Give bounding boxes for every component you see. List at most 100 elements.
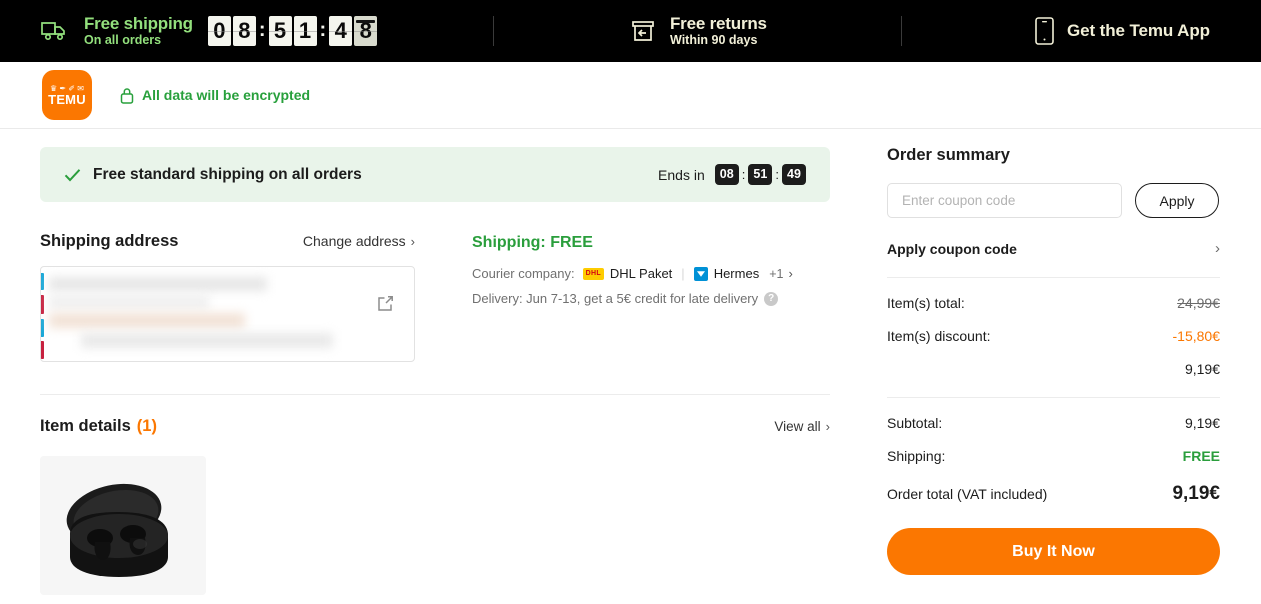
encryption-notice: All data will be encrypted — [120, 87, 310, 104]
promo-returns-title: Free returns — [670, 14, 767, 33]
checkout-page: Free standard shipping on all orders End… — [0, 129, 1261, 595]
buy-it-now-button[interactable]: Buy It Now — [887, 528, 1220, 575]
items-discount-value: -15,80€ — [1172, 328, 1220, 344]
items-net-value: 9,19€ — [1184, 361, 1220, 377]
promo-bar: Free shipping On all orders 0 8 : 5 1 : … — [0, 0, 1261, 62]
apply-coupon-button[interactable]: Apply — [1135, 183, 1219, 218]
free-shipping-banner: Free standard shipping on all orders End… — [40, 147, 830, 202]
promo-divider — [901, 16, 902, 46]
timer-digit: 5 — [268, 16, 292, 46]
product-thumbnail[interactable] — [40, 456, 206, 595]
delivery-estimate-row: Delivery: Jun 7-13, get a 5€ credit for … — [472, 291, 793, 306]
shipping-label: Shipping: — [887, 448, 946, 464]
summary-row-items-total: Item(s) total: 24,99€ — [887, 295, 1220, 311]
coupon-row: Apply — [887, 183, 1220, 218]
shipping-free-title: Shipping: FREE — [472, 234, 593, 251]
chevron-right-icon: › — [788, 266, 793, 281]
promo-free-returns: Free returns Within 90 days — [630, 14, 767, 48]
check-icon — [64, 168, 81, 181]
countdown-hours: 08 — [714, 164, 739, 185]
timer-digit: 1 — [293, 16, 317, 46]
address-and-shipping-row: Shipping address Change address › Shippi… — [40, 232, 830, 362]
chevron-right-icon: › — [825, 419, 830, 434]
timer-digit: 4 — [329, 16, 353, 46]
coupon-code-input[interactable] — [887, 183, 1122, 218]
timer-digit: 0 — [207, 16, 231, 46]
items-total-label: Item(s) total: — [887, 295, 965, 311]
shipping-method-section: Shipping: FREE Courier company: DHL DHL … — [472, 232, 793, 362]
order-total-value: 9,19€ — [1172, 483, 1220, 504]
ends-in-label: Ends in — [658, 166, 705, 183]
summary-row-items-discount: Item(s) discount: -15,80€ — [887, 328, 1220, 344]
summary-row-shipping: Shipping: FREE — [887, 448, 1220, 464]
timer-separator: : — [258, 18, 266, 41]
redacted-address-text — [43, 275, 370, 353]
get-temu-app-link[interactable]: Get the Temu App — [1035, 17, 1210, 45]
promo-divider — [493, 16, 494, 46]
truck-icon — [41, 22, 65, 41]
apply-coupon-code-row[interactable]: Apply coupon code › — [887, 240, 1220, 257]
promo-shipping-title: Free shipping — [84, 14, 193, 33]
view-all-label: View all — [774, 419, 821, 434]
chevron-right-icon: › — [1215, 240, 1220, 257]
courier-company-label: Courier company: — [472, 266, 575, 281]
item-details-count: (1) — [136, 417, 157, 435]
countdown-colon: : — [741, 167, 746, 182]
items-total-value: 24,99€ — [1177, 295, 1220, 311]
hermes-logo-icon — [693, 266, 708, 281]
courier-separator: | — [681, 266, 685, 281]
promo-returns-subtitle: Within 90 days — [670, 33, 758, 47]
summary-divider — [887, 277, 1220, 278]
edit-address-icon[interactable] — [377, 295, 394, 312]
apply-coupon-code-label: Apply coupon code — [887, 240, 1017, 257]
shipping-value: FREE — [1182, 448, 1220, 464]
encryption-notice-label: All data will be encrypted — [142, 87, 311, 103]
section-divider — [40, 394, 830, 395]
shipping-address-card[interactable] — [40, 266, 415, 362]
promo-shipping-subtitle: On all orders — [84, 33, 162, 47]
countdown-minutes: 51 — [748, 164, 773, 185]
courier-more-count: +1 — [769, 266, 784, 281]
lock-icon — [120, 87, 134, 104]
chevron-right-icon: › — [410, 233, 415, 249]
promo-free-shipping: Free shipping On all orders 0 8 : 5 1 : … — [40, 14, 378, 48]
checkout-main-column: Free standard shipping on all orders End… — [40, 129, 830, 595]
temu-logo[interactable]: ♛ ✒ ✐ ✉ TEMU — [42, 70, 92, 120]
shipping-address-section: Shipping address Change address › — [40, 232, 415, 362]
items-discount-label: Item(s) discount: — [887, 328, 991, 344]
delivery-estimate-text: Delivery: Jun 7-13, get a 5€ credit for … — [472, 291, 759, 306]
summary-row-order-total: Order total (VAT included) 9,19€ — [887, 483, 1220, 505]
item-details-title: Item details — [40, 417, 131, 435]
timer-separator: : — [319, 18, 327, 41]
get-temu-app-label: Get the Temu App — [1067, 21, 1210, 40]
shipping-address-title: Shipping address — [40, 232, 179, 250]
summary-row-items-net: 9,19€ — [887, 361, 1220, 377]
return-box-icon — [632, 21, 654, 41]
countdown-seconds: 49 — [782, 164, 806, 185]
courier-name-dhl: DHL Paket — [609, 266, 673, 281]
summary-divider — [887, 397, 1220, 398]
shipping-address-header: Shipping address Change address › — [40, 232, 415, 251]
item-details-header: Item details (1) View all › — [40, 417, 830, 436]
courier-name-hermes: Hermes — [713, 266, 760, 281]
earbuds-case-image — [40, 456, 206, 595]
phone-icon — [1035, 17, 1054, 45]
free-shipping-banner-message: Free standard shipping on all orders — [93, 165, 362, 183]
change-address-label: Change address — [302, 233, 406, 249]
sub-header: ♛ ✒ ✐ ✉ TEMU All data will be encrypted — [0, 62, 1261, 129]
banner-countdown: Ends in 08 : 51 : 49 — [658, 164, 806, 185]
view-all-items-link[interactable]: View all › — [774, 419, 830, 434]
order-total-label: Order total (VAT included) — [887, 486, 1048, 502]
timer-digit: 8 — [232, 16, 256, 46]
order-summary-panel: Order summary Apply Apply coupon code › … — [887, 129, 1220, 595]
courier-company-row[interactable]: Courier company: DHL DHL Paket | Hermes … — [472, 266, 793, 281]
change-address-link[interactable]: Change address › — [303, 233, 415, 249]
countdown-colon: : — [775, 167, 779, 182]
subtotal-label: Subtotal: — [887, 415, 943, 431]
order-summary-title: Order summary — [887, 146, 1010, 164]
subtotal-value: 9,19€ — [1184, 415, 1220, 431]
temu-logo-word: TEMU — [48, 91, 86, 107]
flip-countdown-timer: 0 8 : 5 1 : 4 8 — [207, 16, 378, 46]
summary-row-subtotal: Subtotal: 9,19€ — [887, 415, 1220, 431]
help-icon[interactable]: ? — [764, 291, 779, 306]
